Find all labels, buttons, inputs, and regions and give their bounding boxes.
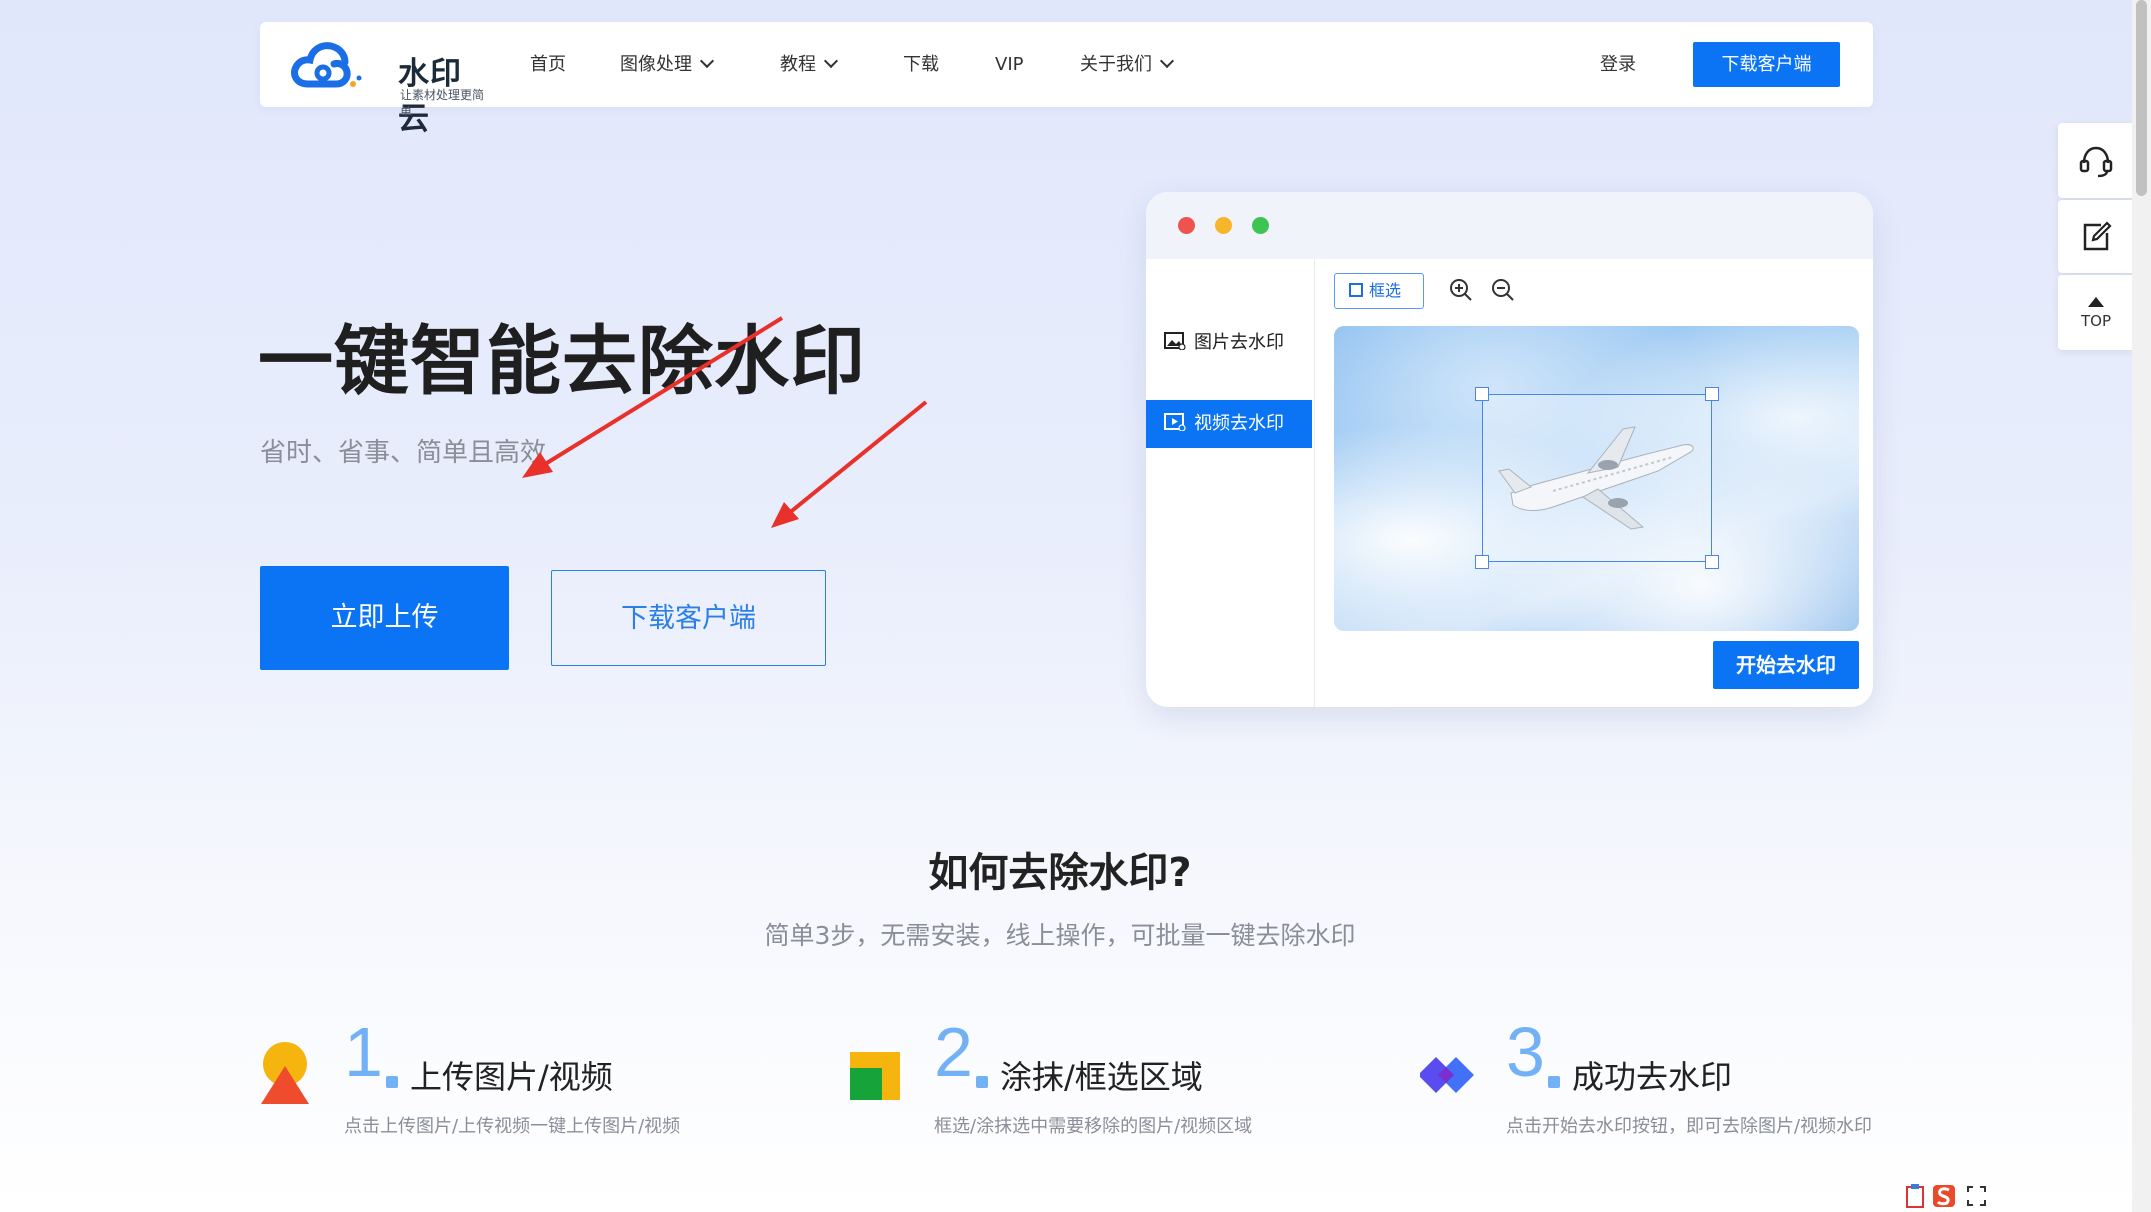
section-subtitle: 简单3步，无需安装，线上操作，可批量一键去除水印 xyxy=(764,921,1356,950)
demo-window: 图片去水印 视频去水印 框选 开始去水印 xyxy=(1146,192,1873,707)
download-client-nav-button[interactable]: 下载客户端 xyxy=(1693,42,1840,87)
chevron-down-icon xyxy=(1159,53,1175,69)
annotation-arrows xyxy=(522,316,928,528)
step-dot xyxy=(976,1076,988,1088)
resize-handle-top-right[interactable] xyxy=(1705,387,1719,401)
step-dot xyxy=(1548,1076,1560,1088)
step-number-1: 1 xyxy=(344,1013,383,1091)
resize-handle-bottom-right[interactable] xyxy=(1705,555,1719,569)
zoom-in-icon[interactable] xyxy=(1448,277,1474,303)
select-tool-button[interactable]: 框选 xyxy=(1334,273,1424,309)
sidebar-item-video-watermark[interactable]: 视频去水印 xyxy=(1146,400,1312,448)
sidebar-item-label: 图片去水印 xyxy=(1194,332,1284,353)
start-remove-watermark-button[interactable]: 开始去水印 xyxy=(1713,641,1859,689)
resize-handle-bottom-left[interactable] xyxy=(1475,555,1489,569)
caret-up-icon xyxy=(2088,296,2104,307)
window-close-dot xyxy=(1178,217,1195,234)
nav-item-about[interactable]: 关于我们 xyxy=(1080,22,1175,107)
sidebar-item-label: 视频去水印 xyxy=(1194,413,1284,434)
top-label: TOP xyxy=(2080,311,2111,330)
window-titlebar xyxy=(1146,192,1873,259)
step-dot xyxy=(386,1076,398,1088)
edit-icon xyxy=(2083,220,2112,250)
demo-sidebar: 图片去水印 视频去水印 xyxy=(1146,259,1315,707)
preview-canvas[interactable] xyxy=(1334,326,1859,631)
step-number-3: 3 xyxy=(1506,1013,1545,1091)
sidebar-item-image-watermark[interactable]: 图片去水印 xyxy=(1146,319,1312,367)
login-link[interactable]: 登录 xyxy=(1600,22,1636,107)
paint-step-icon xyxy=(850,1052,900,1100)
airplane-image xyxy=(1498,426,1694,530)
sogou-s-icon xyxy=(1933,1185,1955,1207)
selection-box[interactable] xyxy=(1482,394,1712,562)
scrollbar-thumb[interactable] xyxy=(2136,0,2147,196)
step-desc-1: 点击上传图片/上传视频一键上传图片/视频 xyxy=(344,1116,681,1137)
feedback-button[interactable] xyxy=(2058,200,2134,273)
section-title: 如何去除水印? xyxy=(928,850,1192,896)
video-icon xyxy=(1164,413,1186,431)
fullscreen-icon xyxy=(1967,1186,1986,1206)
back-to-top-button[interactable]: TOP xyxy=(2058,275,2134,350)
window-maximize-dot xyxy=(1252,217,1269,234)
download-client-hero-button[interactable]: 下载客户端 xyxy=(551,570,826,666)
zoom-out-icon[interactable] xyxy=(1490,277,1516,303)
clipboard-icon xyxy=(1906,1184,1924,1208)
step-number-2: 2 xyxy=(934,1013,973,1091)
customer-service-button[interactable] xyxy=(2058,123,2134,198)
step-title-1: 上传图片/视频 xyxy=(410,1058,613,1096)
nav-item-label: 关于我们 xyxy=(1080,54,1152,75)
tray-icons xyxy=(1906,1184,1986,1208)
success-step-icon xyxy=(1420,1057,1474,1093)
select-tool-label: 框选 xyxy=(1369,281,1402,300)
step-title-2: 涂抹/框选区域 xyxy=(1000,1058,1203,1096)
window-minimize-dot xyxy=(1215,217,1232,234)
arrow-annotation-1 xyxy=(522,316,784,478)
step-title-3: 成功去水印 xyxy=(1572,1058,1733,1096)
arrow-annotation-2 xyxy=(771,400,928,528)
step-desc-2: 框选/涂抹选中需要移除的图片/视频区域 xyxy=(934,1116,1253,1137)
headset-icon xyxy=(2079,146,2113,177)
frame-select-icon xyxy=(1349,282,1363,297)
step-desc-3: 点击开始去水印按钮，即可去除图片/视频水印 xyxy=(1506,1116,1873,1137)
upload-step-icon xyxy=(261,1042,309,1104)
upload-now-button[interactable]: 立即上传 xyxy=(260,566,509,670)
image-icon xyxy=(1164,332,1186,350)
resize-handle-top-left[interactable] xyxy=(1475,387,1489,401)
